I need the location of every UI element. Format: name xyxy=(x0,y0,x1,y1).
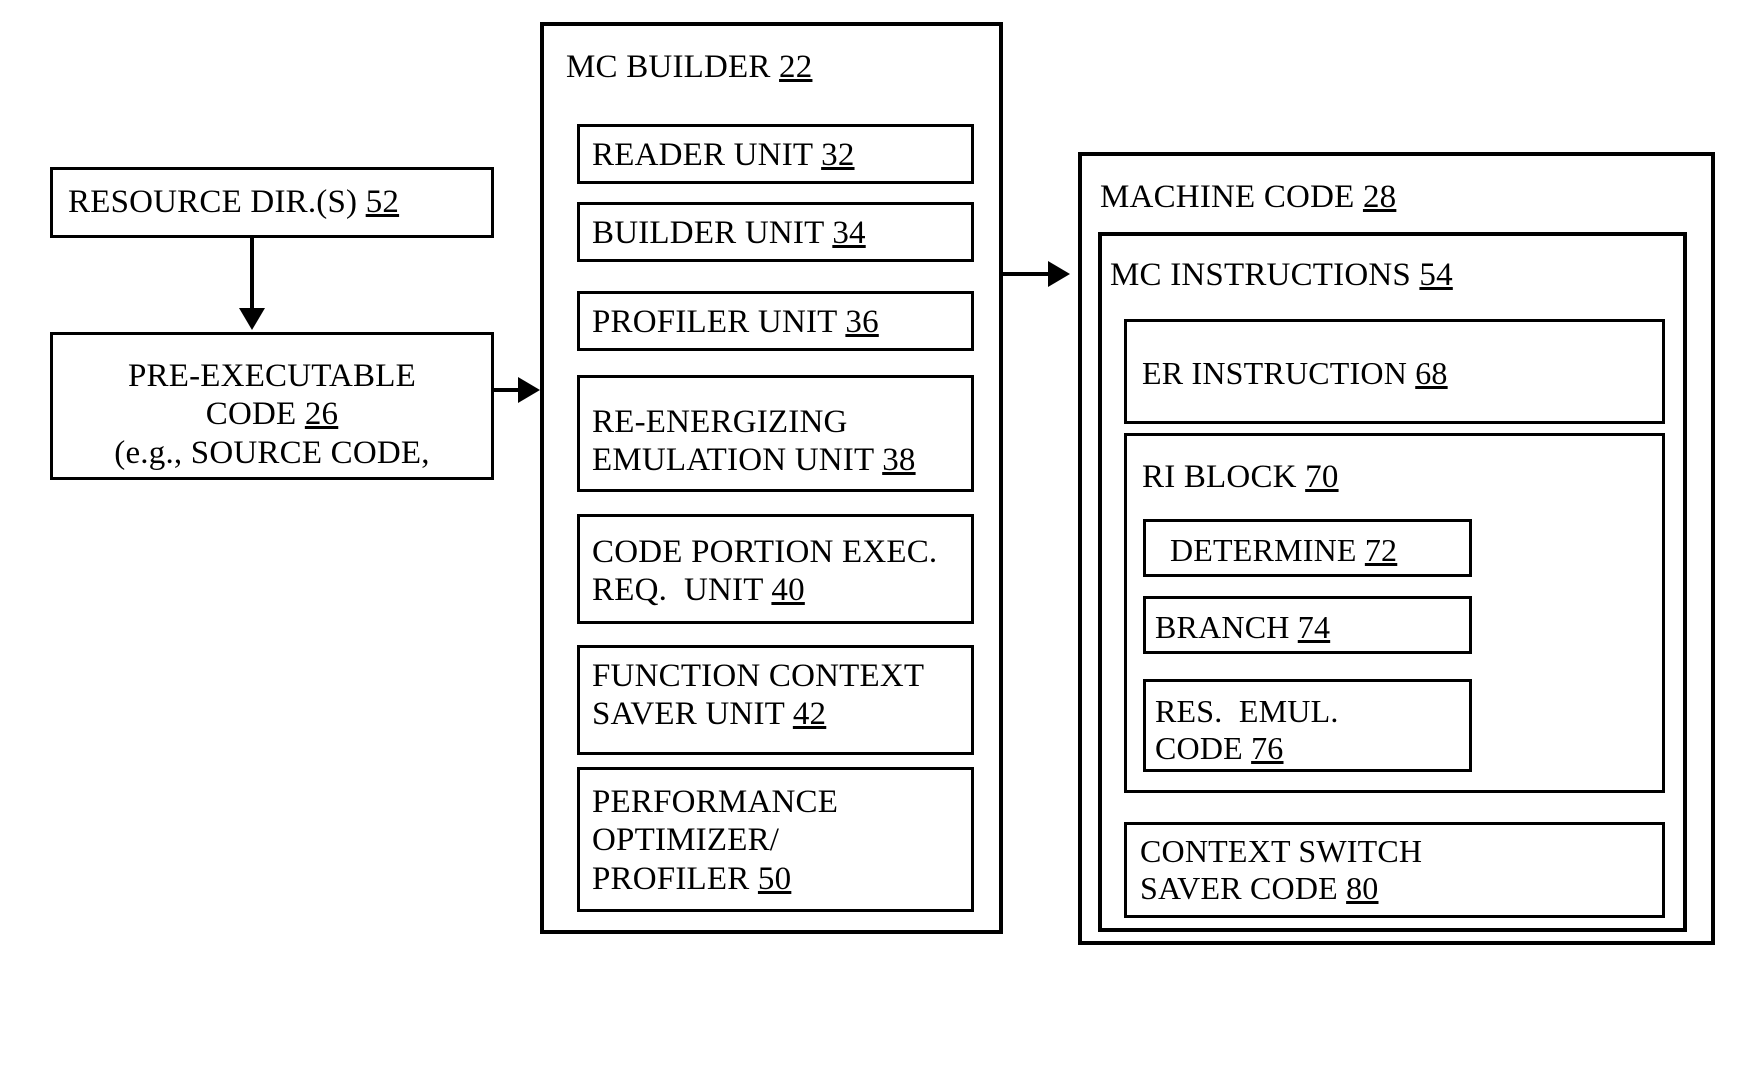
er-instruction-label: ER INSTRUCTION 68 xyxy=(1142,355,1448,391)
mc-builder-unit-builder-label: BUILDER UNIT 34 xyxy=(592,215,866,251)
pre-executable-code-label: PRE-EXECUTABLE CODE 26 (e.g., SOURCE COD… xyxy=(114,358,430,471)
mc-builder-unit-code-portion-exec-req-label: CODE PORTION EXEC. REQ. UNIT 40 xyxy=(592,534,938,609)
connector-pre-to-builder-arrowhead xyxy=(518,377,540,403)
context-switch-saver-code-label: CONTEXT SWITCH SAVER CODE 80 xyxy=(1140,833,1423,907)
resource-directories-label: RESOURCE DIR.(S) 52 xyxy=(68,184,400,220)
ri-block-title: RI BLOCK 70 xyxy=(1142,459,1339,495)
ri-block-item-res-emul-code-label: RES. EMUL. CODE 76 xyxy=(1155,693,1339,767)
connector-resource-to-pre-arrowhead xyxy=(239,308,265,330)
machine-code-title: MACHINE CODE 28 xyxy=(1100,179,1397,215)
mc-builder-unit-performance-optimizer-profiler-label: PERFORMANCE OPTIMIZER/ PROFILER 50 xyxy=(592,784,839,897)
connector-builder-to-machinecode-arrowhead xyxy=(1048,261,1070,287)
mc-builder-title: MC BUILDER 22 xyxy=(566,49,813,85)
connector-resource-to-pre-line xyxy=(250,238,254,311)
mc-builder-unit-function-context-saver-label: FUNCTION CONTEXT SAVER UNIT 42 xyxy=(592,658,925,733)
ri-block-item-determine-label: DETERMINE 72 xyxy=(1170,532,1398,568)
mc-builder-unit-reader-label: READER UNIT 32 xyxy=(592,137,855,173)
patent-diagram-canvas: RESOURCE DIR.(S) 52 PRE-EXECUTABLE CODE … xyxy=(0,0,1740,1079)
mc-instructions-title: MC INSTRUCTIONS 54 xyxy=(1110,257,1453,293)
ri-block-item-branch-label: BRANCH 74 xyxy=(1155,609,1331,645)
mc-builder-unit-profiler-label: PROFILER UNIT 36 xyxy=(592,304,879,340)
mc-builder-unit-re-energizing-emulation-label: RE-ENERGIZING EMULATION UNIT 38 xyxy=(592,404,916,479)
